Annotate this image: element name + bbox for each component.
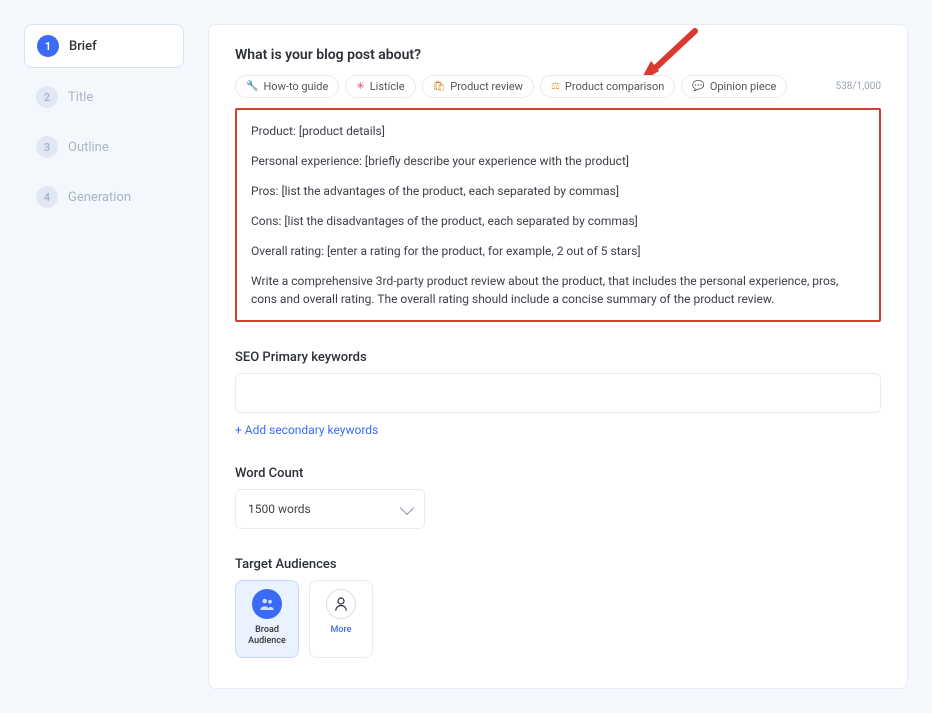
brief-line: Cons: [list the disadvantages of the pro… bbox=[251, 212, 865, 230]
char-counter: 538/1,000 bbox=[836, 81, 881, 92]
step-label: Brief bbox=[69, 39, 97, 54]
step-label: Generation bbox=[68, 190, 131, 205]
select-value: 1500 words bbox=[248, 502, 311, 516]
step-number: 4 bbox=[36, 186, 58, 208]
step-title[interactable]: 2 Title bbox=[24, 76, 184, 118]
brief-line: Overall rating: [enter a rating for the … bbox=[251, 242, 865, 260]
step-brief[interactable]: 1 Brief bbox=[24, 24, 184, 68]
sparkle-icon: ✳ bbox=[356, 81, 364, 92]
brief-line: Pros: [list the advantages of the produc… bbox=[251, 182, 865, 200]
seo-primary-input[interactable] bbox=[235, 373, 881, 413]
person-icon bbox=[326, 589, 356, 619]
chip-label: Product comparison bbox=[565, 80, 664, 93]
audience-broad[interactable]: Broad Audience bbox=[235, 580, 299, 658]
people-icon bbox=[252, 589, 282, 619]
chip-label: Opinion piece bbox=[710, 80, 777, 93]
step-number: 3 bbox=[36, 136, 58, 158]
brief-textarea[interactable]: Product: [product details] Personal expe… bbox=[235, 108, 881, 322]
target-audiences-section: Target Audiences Broad Audience More bbox=[235, 557, 881, 658]
audience-options: Broad Audience More bbox=[235, 580, 881, 658]
step-number: 2 bbox=[36, 86, 58, 108]
audiences-label: Target Audiences bbox=[235, 557, 881, 572]
chip-opinion-piece[interactable]: 💬 Opinion piece bbox=[681, 75, 787, 98]
step-label: Outline bbox=[68, 140, 109, 155]
audience-more[interactable]: More bbox=[309, 580, 373, 658]
brief-form-panel: What is your blog post about? 🔧 How-to g… bbox=[208, 24, 908, 689]
step-label: Title bbox=[68, 90, 93, 105]
audience-label: Broad Audience bbox=[240, 625, 294, 647]
chip-label: Product review bbox=[450, 80, 523, 93]
scale-icon: ⚖ bbox=[551, 81, 560, 92]
brief-heading: What is your blog post about? bbox=[235, 47, 881, 63]
step-number: 1 bbox=[37, 35, 59, 57]
word-count-select[interactable]: 1500 words bbox=[235, 489, 425, 529]
chevron-down-icon bbox=[400, 500, 414, 514]
audience-label: More bbox=[331, 625, 352, 636]
brief-line: Write a comprehensive 3rd-party product … bbox=[251, 272, 865, 308]
chip-label: Listicle bbox=[370, 80, 405, 93]
wrench-icon: 🔧 bbox=[246, 81, 258, 92]
chip-how-to-guide[interactable]: 🔧 How-to guide bbox=[235, 75, 339, 98]
template-chips-row: 🔧 How-to guide ✳ Listicle 🛍 Product revi… bbox=[235, 75, 881, 98]
step-generation[interactable]: 4 Generation bbox=[24, 176, 184, 218]
shopping-bag-icon: 🛍 bbox=[433, 81, 446, 92]
chip-listicle[interactable]: ✳ Listicle bbox=[345, 75, 415, 98]
word-count-label: Word Count bbox=[235, 466, 881, 481]
brief-line: Personal experience: [briefly describe y… bbox=[251, 152, 865, 170]
seo-label: SEO Primary keywords bbox=[235, 350, 881, 365]
speech-icon: 💬 bbox=[692, 81, 704, 92]
seo-section: SEO Primary keywords + Add secondary key… bbox=[235, 350, 881, 438]
step-outline[interactable]: 3 Outline bbox=[24, 126, 184, 168]
brief-line: Product: [product details] bbox=[251, 122, 865, 140]
add-secondary-keywords-link[interactable]: + Add secondary keywords bbox=[235, 423, 378, 437]
chip-product-review[interactable]: 🛍 Product review bbox=[422, 75, 534, 98]
chip-label: How-to guide bbox=[263, 80, 328, 93]
word-count-section: Word Count 1500 words bbox=[235, 466, 881, 529]
chip-product-comparison[interactable]: ⚖ Product comparison bbox=[540, 75, 675, 98]
steps-sidebar: 1 Brief 2 Title 3 Outline 4 Generation bbox=[24, 24, 184, 689]
